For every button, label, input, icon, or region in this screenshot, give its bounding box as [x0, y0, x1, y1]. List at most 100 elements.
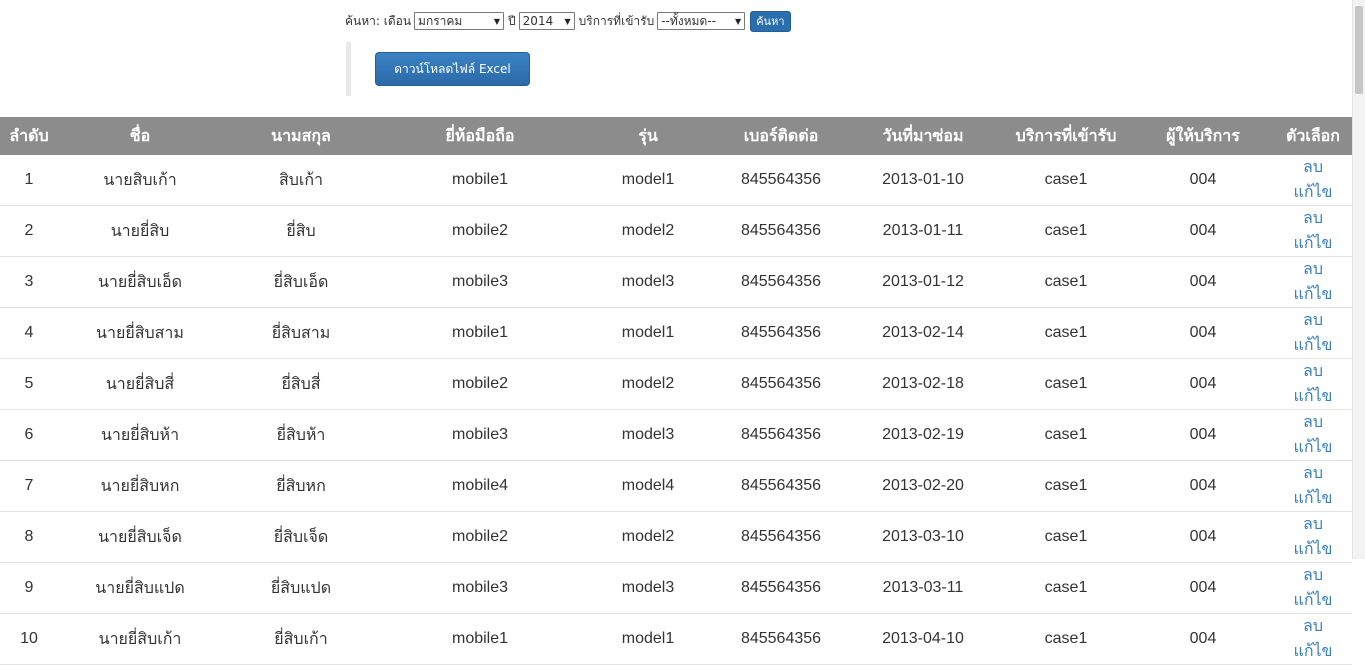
column-header: ผู้ให้บริการ — [1132, 117, 1274, 155]
first-name-cell: นายยี่สิบเก้า — [58, 613, 222, 665]
first-name-cell: นายยี่สิบเอ็ด — [58, 256, 222, 308]
row-index-cell: 3 — [0, 256, 58, 308]
last-name-cell: ยี่สิบเจ็ด — [222, 511, 380, 563]
edit-link[interactable]: แก้ไข — [1294, 388, 1333, 405]
last-name-cell: สิบเก้า — [222, 155, 380, 206]
download-excel-button[interactable]: ดาวน์โหลดไฟล์ Excel — [375, 52, 530, 86]
column-header: ตัวเลือก — [1274, 117, 1352, 155]
last-name-cell: ยี่สิบแปด — [222, 562, 380, 614]
delete-link[interactable]: ลบ — [1303, 414, 1323, 431]
last-name-cell: ยี่สิบหก — [222, 460, 380, 512]
delete-link[interactable]: ลบ — [1303, 516, 1323, 533]
search-button[interactable]: ค้นหา — [750, 10, 791, 32]
edit-link[interactable]: แก้ไข — [1294, 541, 1333, 558]
column-header: ชื่อ — [58, 117, 222, 155]
actions-cell: ลบแก้ไข — [1274, 155, 1352, 206]
model-cell: model2 — [580, 511, 716, 563]
phone-number-cell: 845564356 — [716, 409, 846, 461]
last-name-cell: ยี่สิบสี่ — [222, 358, 380, 410]
edit-link[interactable]: แก้ไข — [1294, 184, 1333, 201]
first-name-cell: นายยี่สิบสาม — [58, 307, 222, 359]
table-row: 4 นายยี่สิบสาม ยี่สิบสาม mobile1 model1 84556… — [0, 307, 1352, 359]
dropdown-arrow-icon: ▼ — [735, 16, 742, 26]
provider-cell: 004 — [1132, 205, 1274, 257]
actions-cell: ลบแก้ไข — [1274, 409, 1352, 461]
row-index-cell: 5 — [0, 358, 58, 410]
model-cell: model3 — [580, 256, 716, 308]
edit-link[interactable]: แก้ไข — [1294, 337, 1333, 354]
repair-date-cell: 2013-01-12 — [846, 256, 1000, 308]
delete-link[interactable]: ลบ — [1303, 567, 1323, 584]
actions-cell: ลบแก้ไข — [1274, 256, 1352, 308]
model-cell: model4 — [580, 460, 716, 512]
mobile-brand-cell: mobile2 — [380, 205, 580, 257]
repair-date-cell: 2013-02-18 — [846, 358, 1000, 410]
table-row: 8 นายยี่สิบเจ็ด ยี่สิบเจ็ด mobile2 model2 845… — [0, 511, 1352, 563]
excel-well-divider — [346, 42, 351, 96]
repair-table: ลำดับ ชื่อ นามสกุล ยี่ห้อมือถือ รุ่น เบอร์ติด… — [0, 117, 1352, 665]
year-label: ปี — [508, 13, 516, 28]
service-select[interactable]: --ทั้งหมด-- ▼ — [657, 12, 746, 30]
row-index-cell: 6 — [0, 409, 58, 461]
table-row: 10 นายยี่สิบเก้า ยี่สิบเก้า mobile1 model1 84… — [0, 613, 1352, 665]
column-header: รุ่น — [580, 117, 716, 155]
actions-cell: ลบแก้ไข — [1274, 205, 1352, 257]
service-select-value: --ทั้งหมด-- — [661, 13, 716, 28]
table-row: 2 นายยี่สิบ ยี่สิบ mobile2 model2 845564356 20… — [0, 205, 1352, 257]
delete-link[interactable]: ลบ — [1303, 261, 1323, 278]
provider-cell: 004 — [1132, 511, 1274, 563]
delete-link[interactable]: ลบ — [1303, 159, 1323, 176]
model-cell: model3 — [580, 409, 716, 461]
phone-number-cell: 845564356 — [716, 205, 846, 257]
delete-link[interactable]: ลบ — [1303, 312, 1323, 329]
service-cell: case1 — [1000, 511, 1132, 563]
delete-link[interactable]: ลบ — [1303, 363, 1323, 380]
column-header: ยี่ห้อมือถือ — [380, 117, 580, 155]
scrollbar-thumb[interactable] — [1355, 6, 1363, 94]
edit-link[interactable]: แก้ไข — [1294, 439, 1333, 456]
table-row: 7 นายยี่สิบหก ยี่สิบหก mobile4 model4 8455643… — [0, 460, 1352, 512]
first-name-cell: นายยี่สิบหก — [58, 460, 222, 512]
phone-number-cell: 845564356 — [716, 307, 846, 359]
mobile-brand-cell: mobile2 — [380, 358, 580, 410]
actions-cell: ลบแก้ไข — [1274, 307, 1352, 359]
provider-cell: 004 — [1132, 256, 1274, 308]
edit-link[interactable]: แก้ไข — [1294, 592, 1333, 609]
month-select[interactable]: มกราคม ▼ — [414, 12, 505, 30]
actions-cell: ลบแก้ไข — [1274, 511, 1352, 563]
year-select[interactable]: 2014 ▼ — [518, 12, 575, 30]
model-cell: model3 — [580, 562, 716, 614]
provider-cell: 004 — [1132, 358, 1274, 410]
row-index-cell: 2 — [0, 205, 58, 257]
month-select-value: มกราคม — [418, 13, 463, 28]
first-name-cell: นายยี่สิบห้า — [58, 409, 222, 461]
edit-link[interactable]: แก้ไข — [1294, 643, 1333, 660]
edit-link[interactable]: แก้ไข — [1294, 235, 1333, 252]
vertical-scrollbar[interactable] — [1352, 0, 1365, 559]
mobile-brand-cell: mobile3 — [380, 409, 580, 461]
delete-link[interactable]: ลบ — [1303, 618, 1323, 635]
mobile-brand-cell: mobile4 — [380, 460, 580, 512]
edit-link[interactable]: แก้ไข — [1294, 490, 1333, 507]
table-row: 5 นายยี่สิบสี่ ยี่สิบสี่ mobile2 model2 84556… — [0, 358, 1352, 410]
phone-number-cell: 845564356 — [716, 358, 846, 410]
provider-cell: 004 — [1132, 613, 1274, 665]
repair-date-cell: 2013-04-10 — [846, 613, 1000, 665]
table-row: 1 นายสิบเก้า สิบเก้า mobile1 model1 845564356… — [0, 155, 1352, 206]
column-header: บริการที่เข้ารับ — [1000, 117, 1132, 155]
last-name-cell: ยี่สิบสาม — [222, 307, 380, 359]
service-cell: case1 — [1000, 562, 1132, 614]
phone-number-cell: 845564356 — [716, 562, 846, 614]
last-name-cell: ยี่สิบเก้า — [222, 613, 380, 665]
column-header: เบอร์ติดต่อ — [716, 117, 846, 155]
column-header: นามสกุล — [222, 117, 380, 155]
delete-link[interactable]: ลบ — [1303, 465, 1323, 482]
first-name-cell: นายยี่สิบสี่ — [58, 358, 222, 410]
delete-link[interactable]: ลบ — [1303, 210, 1323, 227]
table-row: 3 นายยี่สิบเอ็ด ยี่สิบเอ็ด mobile3 model3 845… — [0, 256, 1352, 308]
row-index-cell: 4 — [0, 307, 58, 359]
phone-number-cell: 845564356 — [716, 256, 846, 308]
actions-cell: ลบแก้ไข — [1274, 460, 1352, 512]
model-cell: model1 — [580, 307, 716, 359]
edit-link[interactable]: แก้ไข — [1294, 286, 1333, 303]
